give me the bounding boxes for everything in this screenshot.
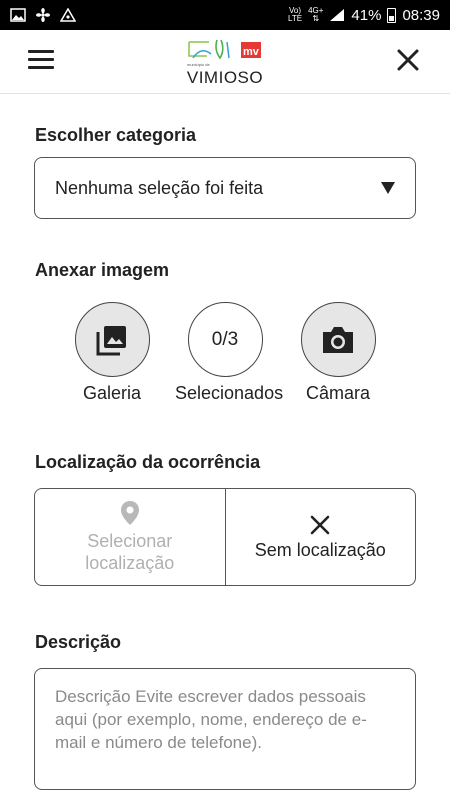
menu-button[interactable]: [28, 50, 54, 72]
close-icon[interactable]: [394, 46, 422, 74]
selected-count: 0/3: [211, 328, 239, 350]
menu-line: [28, 66, 54, 69]
description-placeholder: Descrição Evite escrever dados pessoais …: [55, 687, 367, 752]
gallery-icon: [96, 325, 126, 355]
x-icon: [310, 515, 330, 534]
menu-line: [28, 50, 54, 53]
description-textarea[interactable]: Descrição Evite escrever dados pessoais …: [34, 668, 416, 790]
battery-percent: 41%: [351, 6, 382, 24]
selected-count-button[interactable]: 0/3: [187, 302, 263, 377]
status-right: Vo) LTE 4G+ ⇅ 41% 08:39: [288, 7, 440, 24]
attach-label: Anexar imagem: [35, 260, 170, 280]
status-bar: Vo) LTE 4G+ ⇅ 41% 08:39: [0, 0, 450, 30]
camera-button[interactable]: [300, 302, 376, 377]
gallery-button[interactable]: [74, 302, 150, 377]
triangle-icon: [60, 8, 76, 22]
gallery-option: Galeria: [62, 302, 162, 404]
camera-label: Câmara: [305, 383, 371, 403]
dropdown-arrow-icon: [381, 182, 395, 194]
logo-subtitle: município de: [187, 62, 210, 67]
selected-option: 0/3 Selecionados: [175, 302, 284, 404]
image-icon: [10, 8, 26, 22]
category-select[interactable]: Nenhuma seleção foi feita: [34, 157, 416, 219]
clock: 08:39: [402, 6, 440, 24]
arrows-icon: ⇅: [312, 14, 320, 23]
selected-label: Selecionados: [175, 383, 284, 403]
select-location-line2: localização: [85, 553, 175, 573]
description-label: Descrição: [35, 632, 122, 652]
volte-indicator: Vo) LTE: [288, 7, 302, 23]
map-pin-icon: [120, 501, 139, 525]
select-location-line1: Selecionar: [87, 531, 173, 551]
camera-icon: [323, 326, 353, 353]
camera-option: Câmara: [288, 302, 388, 404]
location-label: Localização da ocorrência: [35, 452, 261, 472]
no-location-label: Sem localização: [254, 539, 386, 560]
menu-line: [28, 58, 54, 61]
fan-icon: [36, 8, 50, 22]
vimioso-logo: mv município de VIMIOSO: [185, 36, 265, 90]
category-selected-value: Nenhuma seleção foi feita: [55, 177, 264, 198]
no-location-button[interactable]: Sem localização: [226, 489, 416, 585]
app-header: mv município de VIMIOSO: [0, 30, 450, 94]
signal-icon: [330, 9, 345, 21]
svg-text:mv: mv: [243, 46, 260, 58]
status-left: [10, 8, 76, 22]
4g-indicator: 4G+ ⇅: [308, 7, 323, 23]
logo-title: VIMIOSO: [186, 68, 264, 87]
battery-icon: [387, 7, 397, 23]
gallery-label: Galeria: [82, 383, 142, 403]
category-label: Escolher categoria: [35, 125, 197, 145]
select-location-button[interactable]: Selecionar localização: [35, 489, 226, 585]
location-options: Selecionar localização Sem localização: [34, 488, 416, 586]
net-bottom: LTE: [288, 14, 303, 23]
